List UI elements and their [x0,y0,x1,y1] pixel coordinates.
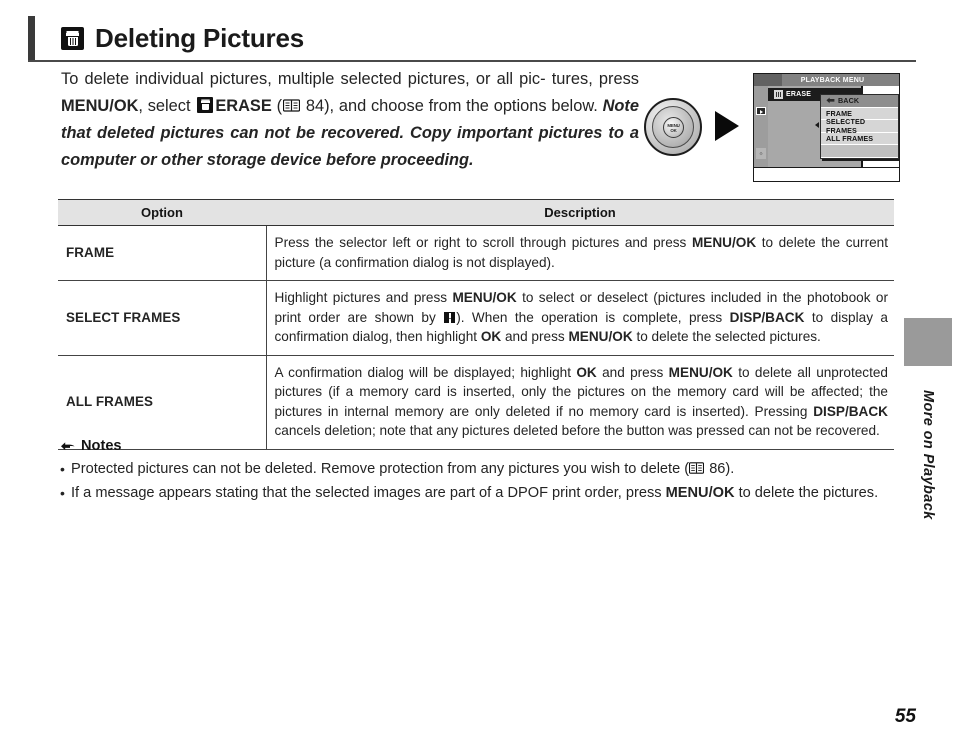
erase-trash-icon [197,97,214,113]
header-accent-bar [28,16,35,60]
page-header: Deleting Pictures [28,16,916,62]
menu-ok-button-label-bottom: OK [670,127,677,133]
options-table: Option Description FRAME Press the selec… [58,199,894,450]
note-text-dpof: If a message appears stating that the se… [71,482,898,505]
keyword-bold: MENU/OK [665,484,735,501]
list-item: • If a message appears stating that the … [60,482,898,505]
table-row: SELECT FRAMES Highlight pictures and pre… [58,280,894,356]
keyword-bold: OK [576,364,597,380]
lcd-title-text: PLAYBACK MENU [800,76,865,84]
lcd-submenu-item-selected-frames[interactable]: SELECTED FRAMES [821,116,898,135]
list-item: • Protected pictures can not be deleted.… [60,458,898,481]
keyword-bold: DISP/BACK [813,403,888,419]
option-desc-all-frames: A confirmation dialog will be displayed;… [266,355,894,450]
notes-section: Notes • Protected pictures can not be de… [60,438,898,505]
option-desc-select-frames: Highlight pictures and press MENU/OK to … [266,280,894,356]
body-text: 86). [705,461,735,477]
keyword-bold: DISP/BACK [729,309,805,325]
intro-text-line2c: ), and choose from the [324,97,489,115]
table-row: FRAME Press the selector left or right t… [58,225,894,281]
side-tab-label-wrap: More on Playback [904,390,952,525]
photobook-marker-icon [444,311,456,323]
body-text: ). When the operation is complete, press [456,309,730,325]
body-text: A confirmation dialog will be displayed;… [274,364,577,380]
back-arrow-icon [826,97,835,104]
option-name-all-frames: ALL FRAMES [58,355,267,450]
lcd-submenu-item-back-label: BACK [838,96,860,106]
keyword-bold: MENU/OK [452,290,517,305]
lcd-title-tab [754,74,782,86]
lcd-erase-label: ERASE [786,91,812,98]
keyword-bold: OK [480,329,502,344]
side-tab: More on Playback [898,318,954,525]
keyword-bold: MENU/OK [568,329,633,344]
lcd-erase-submenu: BACK FRAME SELECTED FRAMES ALL FRAMES [820,94,899,159]
flow-arrow-icon [715,111,739,141]
page-title: Deleting Pictures [95,22,304,53]
intro-text-line3a: options below. [493,97,603,115]
table-header-option: Option [58,199,266,226]
body-text: Highlight pictures and press [274,290,453,305]
page-number: 55 [894,706,916,727]
note-bullet: • [60,484,65,501]
side-tab-label: More on Playback [920,390,936,520]
lcd-submenu-item-selected-frames-label: SELECTED FRAMES [826,116,866,135]
lcd-trash-icon [774,90,783,99]
header-divider-rule [28,60,916,62]
body-text: to delete the selected pictures. [632,329,821,344]
keyword-bold: MENU/OK [668,364,733,380]
table-header-description: Description [266,199,894,226]
body-text: cancels deletion; note that any pictures… [274,423,880,438]
note-bullet: • [60,461,65,477]
option-name-select-frames: SELECT FRAMES [58,280,267,356]
page-title-row: Deleting Pictures [61,16,304,60]
body-text: Protected pictures can not be deleted. R… [71,461,690,477]
side-tab-marker [904,318,952,366]
body-text: Press the selector left or right to scro… [274,235,692,250]
intro-text-line2a: tures, press [551,70,639,88]
erase-keyword: ERASE [215,97,272,115]
lcd-submenu-item-all-frames-label: ALL FRAMES [826,133,874,143]
menu-ok-button: MENU OK [663,117,684,138]
lcd-screen: PLAYBACK MENU ⚙ ERASE BACK FRAME SELECTE… [753,73,900,182]
notes-heading: Notes [60,438,898,454]
setup-mode-icon: ⚙ [756,148,766,159]
book-reference-icon [283,99,301,112]
body-text: If a message appears stating that the se… [71,484,666,501]
intro-paragraph: To delete individual pictures, multiple … [61,70,640,169]
lcd-left-rail: ⚙ [754,86,768,168]
notes-heading-label: Notes [81,438,122,454]
note-text-protected: Protected pictures can not be deleted. R… [71,458,898,481]
intro-text-line1: To delete individual pictures, multiple … [61,70,546,88]
table-header-row: Option Description [58,199,894,226]
intro-page-ref: 84 [305,97,325,115]
lcd-submenu-item-back[interactable]: BACK [821,95,898,108]
playback-mode-icon [756,107,766,115]
book-reference-icon [689,462,705,474]
body-text: and press [501,329,569,344]
intro-text-line2b: , select [138,97,196,115]
camera-illustration: MENU OK PLAYBACK MENU ⚙ ERASE BACK FRAME… [640,70,902,185]
body-text: to delete the pictures. [734,484,879,501]
body-text: and press [596,364,669,380]
table-row: ALL FRAMES A confirmation dialog will be… [58,355,894,450]
four-way-selector-dial: MENU OK [644,98,702,156]
menu-ok-keyword: MENU/OK [61,97,139,115]
lcd-title-bar: PLAYBACK MENU [754,74,899,86]
pointing-hand-icon [60,440,75,453]
option-name-frame: FRAME [58,225,267,281]
option-desc-frame: Press the selector left or right to scro… [266,225,894,281]
lcd-submenu-item-empty [821,145,898,158]
lcd-cursor-arrow-icon [815,122,819,128]
keyword-bold: MENU/OK [691,235,757,250]
lcd-bottom-strip [754,167,899,181]
trash-icon [61,26,84,50]
